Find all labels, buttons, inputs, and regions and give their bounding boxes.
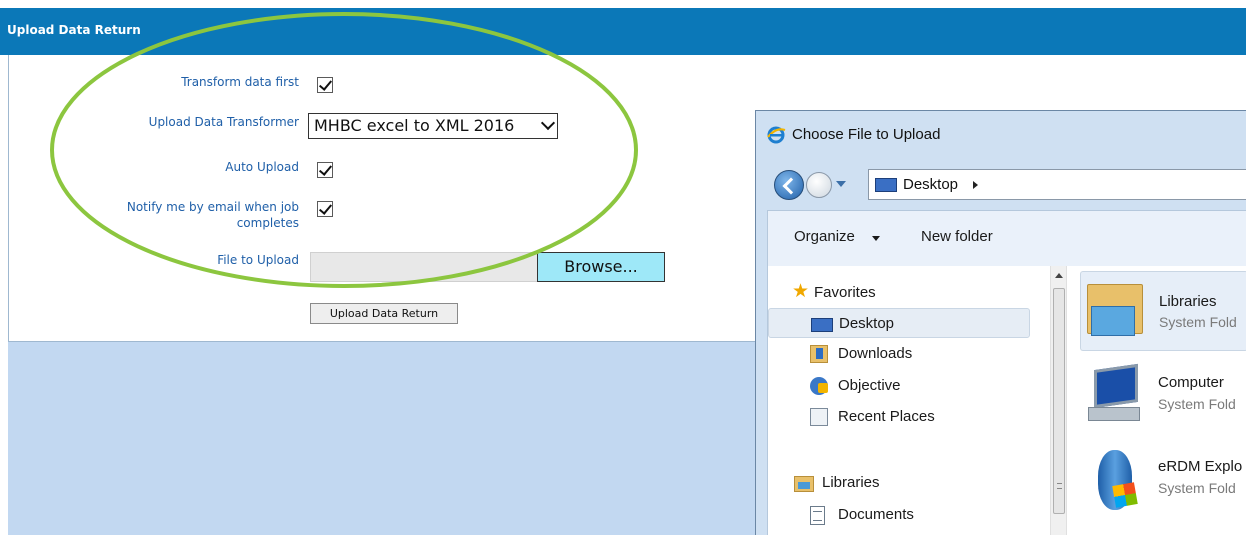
nav-item-label: Libraries bbox=[822, 474, 880, 491]
forward-button[interactable] bbox=[806, 172, 832, 198]
file-upload-dialog: Choose File to Upload Desktop Organize N… bbox=[755, 110, 1246, 535]
libraries-folder-icon bbox=[1087, 280, 1143, 340]
scrollbar-thumb[interactable] bbox=[1053, 288, 1065, 514]
file-item-libraries[interactable]: Libraries System Fold bbox=[1080, 271, 1246, 351]
desktop-icon bbox=[811, 318, 833, 332]
transform-checkbox[interactable] bbox=[317, 77, 333, 93]
computer-icon bbox=[1086, 363, 1142, 425]
file-item-erdm-explorer[interactable]: eRDM Explo System Fold bbox=[1080, 440, 1246, 520]
nav-item-documents[interactable]: Documents bbox=[768, 500, 1030, 530]
nav-pane-scrollbar[interactable] bbox=[1050, 266, 1067, 535]
address-bar[interactable]: Desktop bbox=[868, 169, 1246, 200]
internet-explorer-icon bbox=[767, 126, 786, 144]
recent-places-icon bbox=[810, 408, 828, 426]
file-upload-label: File to Upload bbox=[217, 253, 299, 267]
erdm-explorer-icon bbox=[1098, 450, 1132, 510]
nav-item-desktop[interactable]: Desktop bbox=[768, 308, 1030, 338]
auto-upload-checkbox[interactable] bbox=[317, 162, 333, 178]
transformer-select-value: MHBC excel to XML 2016 bbox=[314, 116, 515, 135]
transformer-select[interactable]: MHBC excel to XML 2016 bbox=[308, 113, 558, 139]
nav-item-recent-places[interactable]: Recent Places bbox=[768, 402, 1030, 432]
file-type: System Fold bbox=[1159, 314, 1237, 330]
page: Upload Data Return Transform data first … bbox=[0, 0, 1246, 535]
file-name: eRDM Explo bbox=[1158, 458, 1243, 475]
nav-item-objective[interactable]: Objective bbox=[768, 371, 1030, 401]
file-name: Libraries bbox=[1159, 293, 1217, 310]
file-path-field[interactable] bbox=[310, 252, 538, 282]
dialog-title: Choose File to Upload bbox=[792, 126, 941, 143]
organize-dropdown-icon bbox=[872, 236, 880, 241]
notify-label-line1: Notify me by email when job bbox=[126, 200, 299, 214]
chevron-right-icon[interactable] bbox=[973, 181, 978, 189]
objective-icon bbox=[810, 377, 828, 395]
upload-data-return-button[interactable]: Upload Data Return bbox=[310, 303, 458, 324]
star-icon: ★ bbox=[792, 280, 810, 302]
nav-item-favorites[interactable]: ★ Favorites bbox=[768, 278, 1030, 308]
address-location: Desktop bbox=[903, 176, 959, 193]
nav-item-label: Desktop bbox=[839, 315, 895, 332]
nav-item-label: Downloads bbox=[838, 345, 913, 362]
file-name: Computer bbox=[1158, 374, 1224, 391]
nav-item-label: Favorites bbox=[814, 284, 876, 301]
nav-item-libraries[interactable]: Libraries bbox=[768, 468, 1030, 498]
transformer-label: Upload Data Transformer bbox=[148, 115, 299, 129]
transform-label: Transform data first bbox=[181, 75, 299, 89]
notify-checkbox[interactable] bbox=[317, 201, 333, 217]
documents-icon bbox=[810, 506, 825, 525]
downloads-icon bbox=[810, 345, 828, 363]
dialog-content: ★ Favorites Desktop Downloads Objective bbox=[767, 266, 1246, 535]
nav-item-label: Recent Places bbox=[838, 408, 935, 425]
new-folder-button[interactable]: New folder bbox=[921, 228, 993, 245]
chevron-down-icon bbox=[540, 115, 556, 131]
nav-item-label: Documents bbox=[838, 506, 914, 523]
auto-upload-label: Auto Upload bbox=[225, 160, 299, 174]
nav-item-downloads[interactable]: Downloads bbox=[768, 339, 1030, 369]
notify-label-line2: completes bbox=[236, 216, 299, 230]
scroll-up-arrow-icon[interactable] bbox=[1055, 273, 1063, 278]
back-button[interactable] bbox=[774, 170, 804, 200]
navigation-pane: ★ Favorites Desktop Downloads Objective bbox=[768, 266, 1046, 535]
grip-icon bbox=[1057, 483, 1062, 489]
recent-locations-dropdown[interactable] bbox=[836, 181, 846, 187]
browse-button[interactable]: Browse... bbox=[537, 252, 665, 282]
libraries-icon bbox=[794, 476, 814, 492]
nav-item-label: Objective bbox=[838, 377, 901, 394]
dialog-toolbar: Organize New folder bbox=[767, 210, 1246, 266]
file-type: System Fold bbox=[1158, 396, 1236, 412]
page-title: Upload Data Return bbox=[7, 23, 141, 37]
organize-button[interactable]: Organize bbox=[794, 228, 855, 245]
header-bar bbox=[0, 8, 1246, 55]
desktop-icon bbox=[875, 178, 897, 192]
file-item-computer[interactable]: Computer System Fold bbox=[1080, 357, 1246, 437]
file-type: System Fold bbox=[1158, 480, 1236, 496]
